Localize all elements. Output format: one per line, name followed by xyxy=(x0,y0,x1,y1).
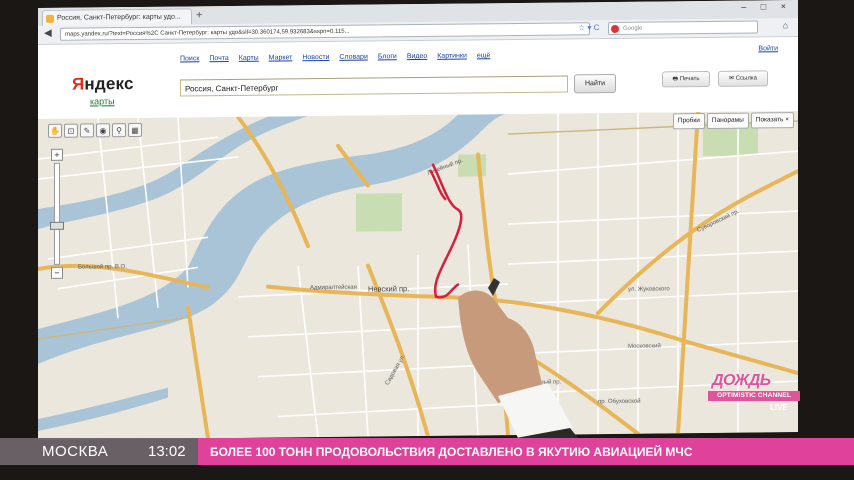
ticker-time: 13:02 xyxy=(148,443,186,460)
map-canvas[interactable]: Невский пр. Адмиралтейская Литейный пр. … xyxy=(38,111,798,440)
service-nav: Поиск Почта Карты Маркет Новости Словари… xyxy=(180,52,498,62)
link-button[interactable]: ✉ Ссылка xyxy=(718,70,768,87)
service-link[interactable]: Почта xyxy=(209,55,228,62)
show-layer-button[interactable]: Показать × xyxy=(750,112,794,129)
marker-icon[interactable]: ◉ xyxy=(96,123,110,138)
service-link[interactable]: Блоги xyxy=(378,53,397,60)
maps-service-link[interactable]: карты xyxy=(90,96,115,106)
login-link[interactable]: Войти xyxy=(758,45,778,52)
street-label: Большой пр. В.О. xyxy=(78,263,127,271)
layers-icon[interactable]: ▦ xyxy=(128,122,142,138)
service-link[interactable]: Словари xyxy=(339,54,367,61)
hand-tool-icon[interactable]: ✋ xyxy=(48,123,62,138)
service-link[interactable]: Поиск xyxy=(180,55,199,62)
find-button[interactable]: Найти xyxy=(574,73,616,94)
map-layer-bar: Пробки Панорамы Показать × xyxy=(672,112,794,130)
yandex-header: Поиск Почта Карты Маркет Новости Словари… xyxy=(38,37,798,136)
back-arrow-icon[interactable]: ◀ xyxy=(44,28,52,39)
service-link[interactable]: Новости xyxy=(302,54,329,61)
zoom-control: + − xyxy=(50,148,64,279)
service-link[interactable]: Картинки xyxy=(437,53,467,60)
link-label: Ссылка xyxy=(735,75,757,82)
service-link[interactable]: Маркет xyxy=(269,54,293,61)
google-icon xyxy=(611,24,619,33)
service-link[interactable]: ещё xyxy=(477,52,491,59)
home-icon[interactable]: ⌂ xyxy=(783,20,788,30)
street-label: ул. Жуковского xyxy=(628,286,670,292)
zoom-track[interactable] xyxy=(50,162,64,265)
logo-rest: ндекс xyxy=(84,73,134,94)
location-search-input[interactable]: Россия, Санкт-Петербург xyxy=(180,75,568,97)
live-badge: LIVE xyxy=(770,403,788,412)
map-toolbar: ✋ ⊡ ✎ ◉ ⚲ ▦ xyxy=(48,122,142,138)
new-tab-button[interactable]: + xyxy=(196,9,202,21)
tab-title: Россия, Санкт-Петербург: карты удо... xyxy=(57,13,181,22)
route-icon[interactable]: ⚲ xyxy=(112,123,126,138)
ticker-headline: БОЛЕЕ 100 ТОНН ПРОДОВОЛЬСТВИЯ ДОСТАВЛЕНО… xyxy=(210,445,693,459)
zoom-box-icon[interactable]: ⊡ xyxy=(64,123,78,138)
browser-tab[interactable]: Россия, Санкт-Петербург: карты удо... xyxy=(42,8,192,26)
zoom-out-button[interactable]: − xyxy=(51,266,63,279)
print-button[interactable]: 🖶 Печать xyxy=(662,70,710,88)
panorama-layer-button[interactable]: Панорамы xyxy=(706,112,749,129)
zoom-in-button[interactable]: + xyxy=(51,148,63,161)
service-link[interactable]: Видео xyxy=(407,53,427,60)
logo-first-letter: Я xyxy=(72,74,85,94)
screen-content: Россия, Санкт-Петербург: карты удо... + … xyxy=(38,0,798,440)
search-placeholder: Google xyxy=(623,25,643,32)
print-label: Печать xyxy=(679,76,700,83)
browser-search-input[interactable]: Google xyxy=(608,20,758,36)
street-label: Невский пр. xyxy=(368,284,409,293)
window-controls[interactable]: – □ × xyxy=(741,1,792,12)
channel-tagline: OPTIMISTIC CHANNEL xyxy=(708,391,800,401)
street-label: Московский xyxy=(628,342,661,349)
park xyxy=(356,193,402,232)
city-map[interactable]: Невский пр. Адмиралтейская Литейный пр. … xyxy=(38,111,798,440)
address-bar-icons[interactable]: ☆ ▾ C xyxy=(578,23,599,32)
traffic-layer-button[interactable]: Пробки xyxy=(672,113,705,130)
screen-bezel xyxy=(798,0,854,480)
ticker-city: МОСКВА xyxy=(42,443,109,460)
yandex-favicon-icon xyxy=(46,14,54,23)
street-label: Адмиралтейская xyxy=(310,284,357,291)
service-link[interactable]: Карты xyxy=(239,55,259,62)
address-bar[interactable]: maps.yandex.ru/?text=Россия%2C Санкт-Пет… xyxy=(60,22,590,41)
street-label: пр. Обуховской xyxy=(598,398,641,405)
channel-logo: ДОЖДЬ xyxy=(712,372,771,389)
yandex-logo[interactable]: Яндекс xyxy=(72,74,134,95)
presenter-hand xyxy=(458,278,578,438)
zoom-thumb[interactable] xyxy=(50,221,64,230)
ruler-icon[interactable]: ✎ xyxy=(80,123,94,138)
